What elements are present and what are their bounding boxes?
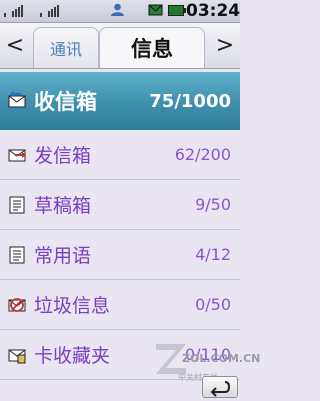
outbox-icon xyxy=(8,149,26,161)
tab-contacts[interactable]: 通讯 xyxy=(33,27,99,68)
template-icon xyxy=(9,246,25,263)
list-item-count: 4/12 xyxy=(195,245,231,264)
sim-folder-icon xyxy=(8,349,26,363)
list-item-drafts[interactable]: 草稿箱 9/50 xyxy=(0,180,240,230)
list-item-label: 常用语 xyxy=(34,245,92,267)
list-item-spam[interactable]: 垃圾信息 0/50 xyxy=(0,280,240,330)
list-item-count: 0/50 xyxy=(195,295,231,314)
signal-icon xyxy=(4,3,26,17)
tab-bar: < 通讯 信息 > xyxy=(0,23,240,69)
signal-icon xyxy=(40,3,62,17)
spam-icon xyxy=(8,297,26,312)
list-item-count: 62/200 xyxy=(174,145,231,164)
contact-icon xyxy=(111,3,124,16)
tab-messages[interactable]: 信息 xyxy=(99,27,205,68)
list-item-outbox[interactable]: 发信箱 62/200 xyxy=(0,130,240,180)
list-item-count: 75/1000 xyxy=(149,90,231,112)
folder-list: 收信箱 75/1000 发信箱 62/200 草稿箱 9/50 常用语 4/12 xyxy=(0,69,240,380)
message-icon xyxy=(148,4,163,16)
list-item-inbox[interactable]: 收信箱 75/1000 xyxy=(0,72,240,130)
back-arrow-icon xyxy=(210,381,231,397)
watermark-site: ZOL.COM.CN xyxy=(182,352,261,365)
chevron-right-icon[interactable]: > xyxy=(210,23,240,68)
list-item-templates[interactable]: 常用语 4/12 xyxy=(0,230,240,280)
back-button[interactable] xyxy=(202,376,238,398)
inbox-icon xyxy=(8,91,26,108)
list-item-count: 9/50 xyxy=(195,195,231,214)
battery-icon xyxy=(168,5,186,16)
draft-icon xyxy=(9,196,25,213)
clock: 03:24 xyxy=(186,1,241,21)
list-item-label: 垃圾信息 xyxy=(34,295,111,317)
status-bar: 03:24 xyxy=(0,0,240,23)
chevron-left-icon[interactable]: < xyxy=(0,23,30,68)
list-item-label: 卡收藏夹 xyxy=(34,345,111,367)
list-item-label: 发信箱 xyxy=(34,145,92,167)
list-item-label: 草稿箱 xyxy=(34,195,92,217)
list-item-label: 收信箱 xyxy=(34,90,97,114)
